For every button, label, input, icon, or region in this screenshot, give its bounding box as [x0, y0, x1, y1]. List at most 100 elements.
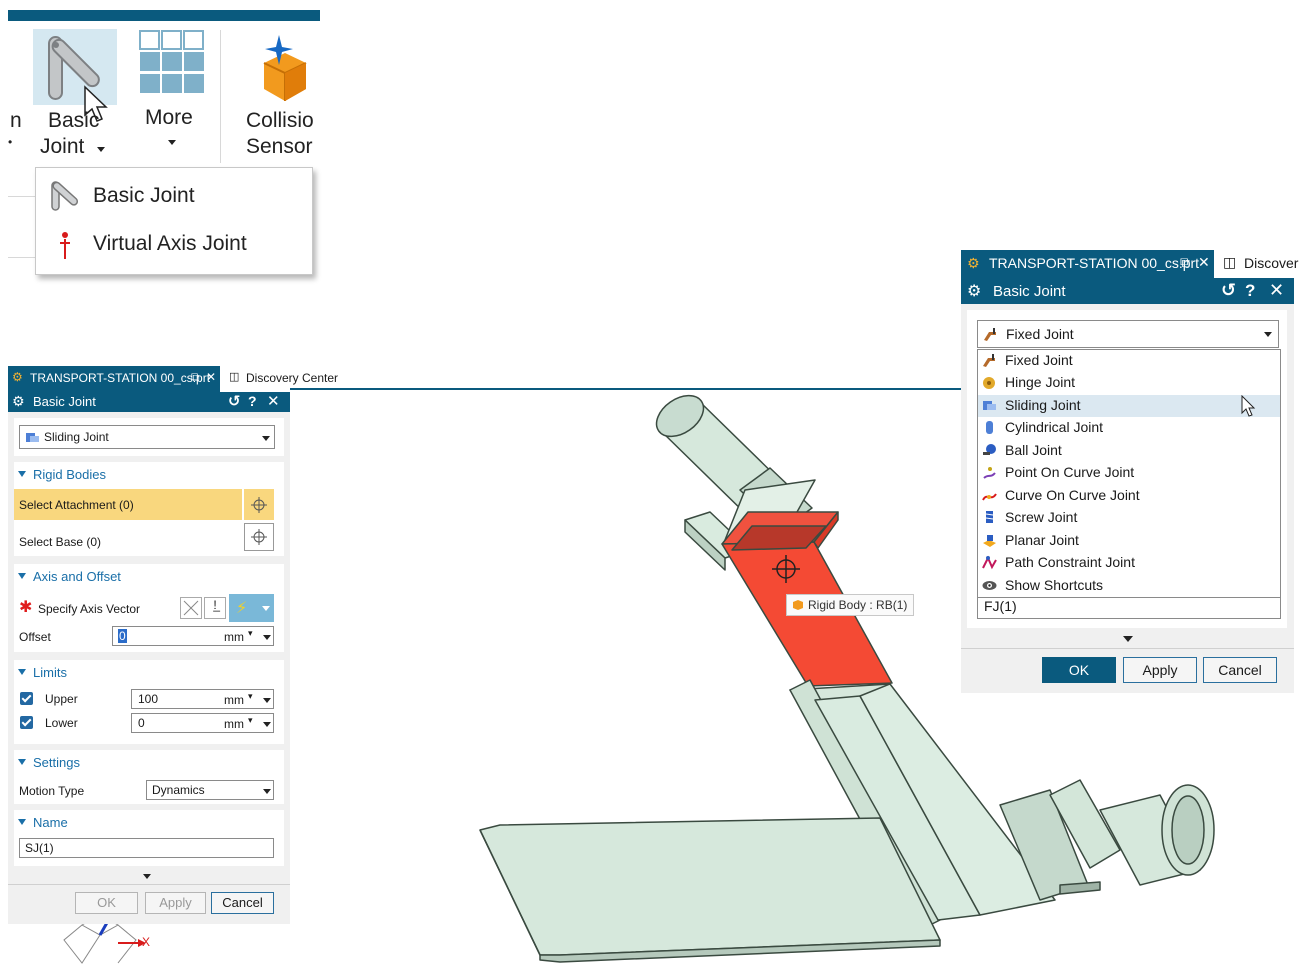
option-planar-joint[interactable]: Planar Joint: [978, 530, 1280, 552]
section-title: Limits: [33, 665, 67, 680]
crosshair-icon: [772, 555, 800, 583]
option-label: Point On Curve Joint: [1005, 464, 1135, 480]
close-icon[interactable]: ✕: [267, 392, 280, 410]
ok-button[interactable]: OK: [1042, 657, 1116, 683]
offset-input[interactable]: 0 mm ▾: [112, 626, 274, 646]
option-label: Curve On Curve Joint: [1005, 487, 1140, 503]
option-curve-on-curve-joint[interactable]: Curve On Curve Joint: [978, 485, 1280, 507]
apply-button[interactable]: Apply: [145, 892, 206, 914]
option-sliding-joint[interactable]: Sliding Joint: [978, 395, 1280, 417]
lower-input[interactable]: 0 mm ▾: [131, 713, 274, 733]
virtual-axis-icon: [60, 232, 70, 259]
joint-type-select[interactable]: Sliding Joint: [19, 425, 275, 449]
upper-unit[interactable]: mm: [224, 693, 244, 707]
rigid-bodies-header[interactable]: Rigid Bodies: [18, 467, 106, 482]
lightning-vector-icon: ⚡: [236, 600, 248, 617]
popout-icon[interactable]: ⧉: [191, 370, 200, 385]
close-icon[interactable]: ✕: [1269, 280, 1284, 301]
grid-icon: [139, 30, 204, 93]
lower-unit[interactable]: mm: [224, 717, 244, 731]
section-title: Rigid Bodies: [33, 467, 106, 482]
menu-item-label: Virtual Axis Joint: [93, 232, 247, 255]
offset-unit[interactable]: mm: [224, 630, 244, 644]
name-input[interactable]: SJ(1): [19, 838, 274, 858]
option-path-constraint-joint[interactable]: Path Constraint Joint: [978, 552, 1280, 574]
select-attachment-row[interactable]: Select Attachment (0): [14, 489, 242, 520]
reset-icon[interactable]: ↺: [228, 392, 241, 410]
option-label: Planar Joint: [1005, 532, 1079, 548]
cylindrical-joint-icon: [986, 421, 993, 434]
close-icon[interactable]: ✕: [1198, 254, 1210, 271]
menu-item-label: Basic Joint: [93, 184, 195, 207]
vector-reverse-button[interactable]: [180, 597, 202, 619]
chevron-down-icon: [168, 140, 176, 145]
basic-joint-ribbon-button[interactable]: Basic Joint: [33, 29, 117, 162]
menu-item-virtual-axis-joint[interactable]: Virtual Axis Joint: [36, 222, 312, 268]
collision-sensor-ribbon-button[interactable]: Collisio Sensor: [240, 29, 320, 162]
upper-input[interactable]: 100 mm ▾: [131, 689, 274, 709]
cancel-button[interactable]: Cancel: [1203, 657, 1277, 683]
vector-dialog-button[interactable]: !̲: [204, 597, 226, 619]
select-base-label[interactable]: Select Base (0): [19, 535, 101, 549]
motion-type-select[interactable]: Dynamics: [146, 780, 274, 800]
gear-icon: ⚙: [12, 393, 25, 409]
option-cylindrical-joint[interactable]: Cylindrical Joint: [978, 417, 1280, 439]
chevron-down-icon: [263, 789, 271, 794]
option-screw-joint[interactable]: Screw Joint: [978, 507, 1280, 529]
more-ribbon-button[interactable]: More: [134, 29, 210, 162]
close-icon[interactable]: ✕: [206, 370, 216, 384]
axis-offset-header[interactable]: Axis and Offset: [18, 569, 121, 584]
ok-button[interactable]: OK: [75, 892, 138, 914]
help-icon[interactable]: ?: [248, 393, 257, 409]
lower-value: 0: [138, 716, 145, 730]
option-show-shortcuts[interactable]: Show Shortcuts: [978, 575, 1280, 597]
select-attachment-label: Select Attachment (0): [19, 498, 134, 512]
tooltip-text: Rigid Body : RB(1): [808, 598, 908, 612]
joint-type-select[interactable]: Fixed Joint: [977, 320, 1279, 348]
upper-checkbox[interactable]: [20, 692, 33, 705]
section-title: Name: [33, 815, 68, 830]
section-title: Axis and Offset: [33, 569, 121, 584]
option-ball-joint[interactable]: Ball Joint: [978, 440, 1280, 462]
expand-more-icon[interactable]: [1123, 636, 1133, 642]
fixed-joint-icon: [983, 354, 995, 367]
inferred-vector-dropdown[interactable]: ⚡: [229, 594, 274, 622]
chevron-down-icon: [18, 669, 26, 675]
limits-panel: Limits Upper 100 mm ▾ Lower 0 mm ▾: [14, 660, 284, 744]
dialog-title: Basic Joint: [993, 283, 1066, 300]
unit-caret-icon: ▾: [248, 691, 253, 701]
settings-header[interactable]: Settings: [18, 755, 80, 770]
lower-checkbox[interactable]: [20, 716, 33, 729]
option-hinge-joint[interactable]: Hinge Joint: [978, 372, 1280, 394]
part-file-icon: ⚙: [12, 370, 23, 384]
attachment-crosshair-button[interactable]: [244, 489, 274, 520]
chevron-down-icon: [18, 819, 26, 825]
apply-button[interactable]: Apply: [1123, 657, 1197, 683]
part-file-icon: ⚙: [967, 255, 980, 271]
lower-label: Lower: [45, 716, 78, 730]
expand-more-icon[interactable]: [143, 874, 151, 879]
footer-divider: [8, 884, 290, 885]
list-divider: [978, 597, 1280, 598]
option-point-on-curve-joint[interactable]: Point On Curve Joint: [978, 462, 1280, 484]
basic-joint-dropdown-menu: Basic Joint Virtual Axis Joint: [35, 167, 313, 275]
tab-discovery-label[interactable]: Discover: [1244, 255, 1298, 271]
tab-discovery-label[interactable]: Discovery Center: [246, 371, 338, 385]
help-icon[interactable]: ?: [1245, 281, 1255, 301]
joint-type-value: Fixed Joint: [1006, 326, 1074, 342]
name-value[interactable]: FJ(1): [984, 598, 1017, 614]
name-header[interactable]: Name: [18, 815, 68, 830]
limits-header[interactable]: Limits: [18, 665, 67, 680]
menu-item-basic-joint[interactable]: Basic Joint: [36, 174, 312, 220]
right-tab-file[interactable]: ⚙ TRANSPORT-STATION 00_cs.prt ⧉ ✕: [961, 250, 1214, 278]
dialog-title: Basic Joint: [33, 394, 96, 409]
base-crosshair-button[interactable]: [244, 523, 274, 551]
option-fixed-joint[interactable]: Fixed Joint: [978, 350, 1280, 372]
popout-icon[interactable]: ⧉: [1180, 254, 1190, 271]
ribbon-partial-label: n: [10, 109, 22, 132]
left-tab-file[interactable]: ⚙ TRANSPORT-STATION 00_cs.prt ⧉ ✕: [8, 366, 220, 392]
settings-panel: Settings Motion Type Dynamics: [14, 750, 284, 804]
reset-icon[interactable]: ↺: [1221, 280, 1236, 301]
cancel-button[interactable]: Cancel: [211, 892, 274, 914]
axis-x-label: X: [142, 935, 151, 949]
